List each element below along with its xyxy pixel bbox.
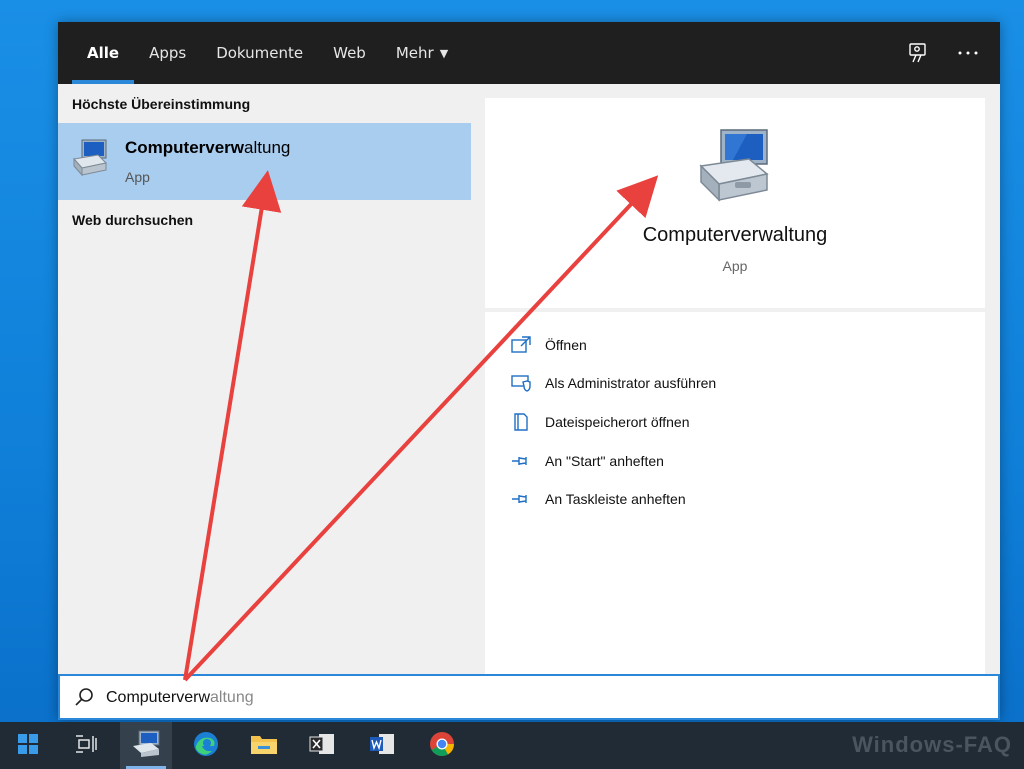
tab-documents[interactable]: Dokumente xyxy=(201,22,318,84)
task-view-icon xyxy=(75,734,97,758)
action-open[interactable]: Öffnen xyxy=(511,332,587,358)
start-icon xyxy=(18,733,38,758)
action-label: An Taskleiste anheften xyxy=(545,491,686,507)
web-search-header: Web durchsuchen xyxy=(72,212,194,228)
topbar-actions xyxy=(906,22,980,84)
search-input[interactable]: Computerverwaltung xyxy=(58,674,1000,720)
taskbar-chrome[interactable] xyxy=(416,722,468,769)
tab-apps[interactable]: Apps xyxy=(134,22,201,84)
tab-label: Alle xyxy=(87,44,120,62)
detail-card: Computerverwaltung App xyxy=(485,98,985,308)
task-view-button[interactable] xyxy=(60,722,112,769)
tab-label: Web xyxy=(333,44,366,62)
chevron-down-icon: ▼ xyxy=(439,46,449,60)
taskbar-word[interactable] xyxy=(356,722,408,769)
detail-subtitle: App xyxy=(722,258,748,274)
best-match-header: Höchste Übereinstimmung xyxy=(72,96,251,112)
edge-icon xyxy=(192,730,220,762)
action-pin-to-taskbar[interactable]: An Taskleiste anheften xyxy=(511,486,686,512)
tab-more[interactable]: Mehr ▼ xyxy=(381,22,463,84)
filter-tabs: Alle Apps Dokumente Web Mehr ▼ xyxy=(72,22,463,84)
tab-label: Mehr xyxy=(395,44,434,62)
open-icon xyxy=(511,335,531,355)
action-label: An "Start" anheften xyxy=(545,453,664,469)
taskbar-edge[interactable] xyxy=(180,722,232,769)
computer-management-icon xyxy=(70,137,110,177)
action-label: Dateispeicherort öffnen xyxy=(545,414,690,430)
result-title-rest: altung xyxy=(244,138,291,157)
taskbar-file-explorer[interactable] xyxy=(238,722,290,769)
search-typed-text: Computerverw xyxy=(106,689,211,706)
tab-web[interactable]: Web xyxy=(318,22,381,84)
result-title: Computerverwaltung xyxy=(125,138,290,158)
file-location-icon xyxy=(511,412,531,432)
file-explorer-icon xyxy=(250,732,278,760)
best-match-result[interactable]: Computerverwaltung App xyxy=(58,123,471,200)
detail-title: Computerverwaltung xyxy=(642,224,828,246)
word-icon xyxy=(369,732,395,760)
search-query: Computerverwaltung xyxy=(106,689,254,707)
admin-shield-icon xyxy=(511,373,531,393)
start-button[interactable] xyxy=(2,722,54,769)
results-pane: Höchste Übereinstimmung Computerverwaltu… xyxy=(58,84,471,674)
computer-management-icon xyxy=(131,730,161,762)
desktop: Alle Apps Dokumente Web Mehr ▼ Höchste Ü… xyxy=(0,0,1024,769)
search-window: Alle Apps Dokumente Web Mehr ▼ Höchste Ü… xyxy=(58,22,1000,720)
more-options-icon[interactable] xyxy=(956,41,980,65)
action-run-as-admin[interactable]: Als Administrator ausführen xyxy=(511,370,716,396)
excel-icon xyxy=(309,732,335,760)
watermark: Windows-FAQ xyxy=(852,732,1012,757)
search-topbar: Alle Apps Dokumente Web Mehr ▼ xyxy=(58,22,1000,84)
pin-icon xyxy=(511,451,531,471)
details-pane: Computerverwaltung App Öffnen Als Admini… xyxy=(485,98,985,674)
computer-management-icon xyxy=(695,124,775,204)
tab-label: Dokumente xyxy=(216,44,304,62)
search-icon xyxy=(74,687,94,707)
actions-list: Öffnen Als Administrator ausführen Datei… xyxy=(485,312,985,674)
taskbar-excel[interactable] xyxy=(296,722,348,769)
pin-icon xyxy=(511,489,531,509)
result-subtitle: App xyxy=(125,169,150,185)
action-label: Als Administrator ausführen xyxy=(545,375,717,391)
tab-label: Apps xyxy=(149,44,187,62)
feedback-icon[interactable] xyxy=(906,41,930,65)
tab-all[interactable]: Alle xyxy=(72,22,135,84)
search-suggestion-text: altung xyxy=(210,689,254,706)
taskbar-computer-management[interactable] xyxy=(120,722,172,769)
taskbar: Windows-FAQ xyxy=(0,722,1024,769)
result-title-match: Computerverw xyxy=(125,138,245,157)
chrome-icon xyxy=(428,730,456,762)
action-label: Öffnen xyxy=(545,337,587,353)
action-open-file-location[interactable]: Dateispeicherort öffnen xyxy=(511,409,690,435)
action-pin-to-start[interactable]: An "Start" anheften xyxy=(511,448,664,474)
